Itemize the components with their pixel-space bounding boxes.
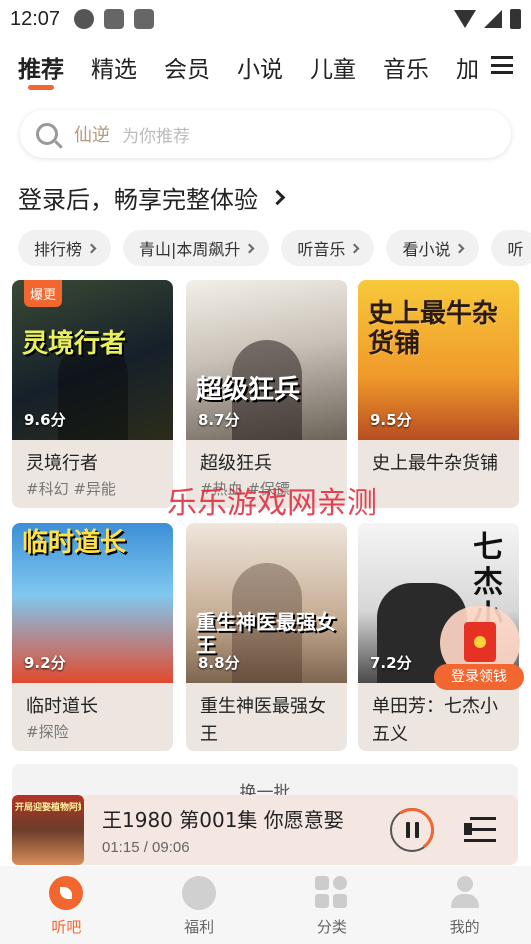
chip-label: 看小说 — [402, 240, 451, 259]
chip-weekly-rising[interactable]: 青山|本周飙升 — [123, 230, 270, 266]
cover-title-art: 临时道长 — [22, 528, 127, 558]
tab-kids[interactable]: 儿童 — [310, 50, 356, 84]
player-thumbnail-title: 开局迎娶植物阿姨 — [15, 803, 81, 813]
book-tags: #探险 — [26, 723, 69, 741]
chevron-right-icon — [269, 189, 286, 206]
chevron-right-icon — [86, 243, 97, 253]
chip-label: 排行榜 — [34, 240, 83, 259]
status-indicators — [454, 9, 521, 29]
book-name: 临时道长 — [26, 696, 98, 717]
book-card[interactable]: 史上最牛杂货铺 9.5分 史上最牛杂货铺 — [358, 280, 519, 508]
book-cover: 超级狂兵 8.7分 — [186, 280, 347, 440]
nav-label: 听吧 — [51, 918, 82, 936]
tab-recommend[interactable]: 推荐 — [18, 50, 64, 90]
cover-title-art: 史上最牛杂货铺 — [368, 299, 499, 359]
book-cover: 爆更 灵境行者 9.6分 — [12, 280, 173, 440]
chip-read-novel[interactable]: 看小说 — [386, 230, 480, 266]
red-envelope-icon — [464, 622, 496, 662]
book-name: 灵境行者 — [26, 453, 98, 474]
battery-icon — [510, 9, 521, 29]
book-tags: #科幻 #异能 — [26, 480, 116, 498]
nav-category[interactable]: 分类 — [266, 866, 399, 944]
chip-label: 听 — [507, 240, 524, 259]
chip-label: 听音乐 — [297, 240, 346, 259]
nav-listen[interactable]: 听吧 — [0, 866, 133, 944]
chip-ranking[interactable]: 排行榜 — [18, 230, 112, 266]
chip-listen-music[interactable]: 听音乐 — [281, 230, 375, 266]
leaf-icon — [49, 876, 84, 910]
bottom-nav: 听吧 福利 分类 我的 — [0, 866, 531, 944]
book-score: 7.2分 — [370, 654, 412, 672]
login-reward-label: 登录领钱 — [434, 664, 524, 690]
book-cover: 史上最牛杂货铺 9.5分 — [358, 280, 519, 440]
book-card[interactable]: 超级狂兵 8.7分 超级狂兵 #热血 #保镖 — [186, 280, 347, 508]
headset-app-icon — [74, 9, 95, 29]
book-name: 重生神医最强女王 — [200, 696, 326, 745]
grid-icon — [314, 876, 349, 910]
category-tabs: 推荐 精选 会员 小说 儿童 音乐 加 — [18, 50, 531, 92]
playlist-icon[interactable] — [464, 815, 496, 845]
tab-member[interactable]: 会员 — [164, 50, 210, 84]
wifi-icon — [454, 10, 476, 28]
chevron-right-icon — [349, 243, 360, 253]
book-card[interactable]: 爆更 灵境行者 9.6分 灵境行者 #科幻 #异能 — [12, 280, 173, 508]
chevron-right-icon — [455, 243, 465, 253]
book-card[interactable]: 重生神医最强女王 8.8分 重生神医最强女王 — [186, 523, 347, 751]
nav-label: 我的 — [449, 918, 480, 936]
status-time: 12:07 — [10, 7, 61, 30]
player-thumbnail: 开局迎娶植物阿姨 — [12, 795, 84, 865]
menu-icon[interactable] — [491, 56, 513, 74]
login-reward-float[interactable]: 登录领钱 — [434, 606, 524, 690]
player-time: 01:15 / 09:06 — [102, 839, 190, 856]
nav-welfare[interactable]: 福利 — [133, 866, 266, 944]
tab-featured[interactable]: 精选 — [91, 50, 137, 84]
playlist-line — [464, 839, 496, 842]
nav-mine[interactable]: 我的 — [398, 866, 531, 944]
app-icon — [134, 9, 155, 29]
book-name: 史上最牛杂货铺 — [372, 453, 498, 474]
player-info: 王1980 第001集 你愿意娶 01:15 / 09:06 — [102, 804, 362, 856]
nav-label: 分类 — [316, 918, 347, 936]
book-card[interactable]: 临时道长 9.2分 临时道长 #探险 — [12, 523, 173, 751]
search-hot-word: 仙逆 — [74, 125, 110, 146]
playlist-line — [470, 817, 496, 820]
book-name: 单田芳：七杰小五义 — [372, 696, 498, 745]
quick-chips: 排行榜 青山|本周飙升 听音乐 看小说 听 — [18, 230, 531, 266]
login-banner[interactable]: 登录后，畅享完整体验 — [18, 180, 286, 215]
playlist-line — [470, 828, 496, 831]
tab-music[interactable]: 音乐 — [383, 50, 429, 84]
book-cover: 重生神医最强女王 8.8分 — [186, 523, 347, 683]
book-score: 8.8分 — [198, 654, 240, 672]
status-bar: 12:07 — [0, 0, 531, 38]
chip-listen[interactable]: 听 — [491, 230, 531, 266]
cover-title-art: 超级狂兵 — [196, 375, 301, 405]
player-title: 王1980 第001集 你愿意娶 — [102, 808, 344, 832]
book-score: 9.2分 — [24, 654, 66, 672]
person-icon — [448, 876, 482, 910]
chip-label: 青山|本周飙升 — [139, 240, 241, 259]
diamond-icon — [182, 876, 217, 910]
book-score: 9.5分 — [370, 411, 412, 429]
tab-more[interactable]: 加 — [456, 50, 479, 84]
book-score: 8.7分 — [198, 411, 240, 429]
signal-icon — [484, 10, 502, 28]
hot-update-badge: 爆更 — [24, 280, 63, 307]
tab-novel[interactable]: 小说 — [237, 50, 283, 84]
mini-player[interactable]: 开局迎娶植物阿姨 王1980 第001集 你愿意娶 01:15 / 09:06 — [12, 795, 518, 865]
search-placeholder: 为你推荐 — [122, 126, 190, 147]
cover-title-art: 重生神医最强女王 — [196, 610, 336, 657]
login-banner-text: 登录后，畅享完整体验 — [18, 186, 258, 214]
a-app-icon — [104, 9, 125, 29]
cover-title-art: 灵境行者 — [22, 329, 127, 359]
search-icon — [36, 123, 58, 145]
chevron-right-icon — [244, 243, 255, 253]
progress-ring — [386, 804, 438, 856]
book-cover: 临时道长 9.2分 — [12, 523, 173, 683]
book-name: 超级狂兵 — [200, 453, 272, 474]
search-bar[interactable]: 仙逆 为你推荐 — [20, 110, 511, 158]
watermark-text: 乐乐游戏网亲测 — [167, 486, 377, 521]
nav-label: 福利 — [184, 918, 215, 936]
book-score: 9.6分 — [24, 411, 66, 429]
